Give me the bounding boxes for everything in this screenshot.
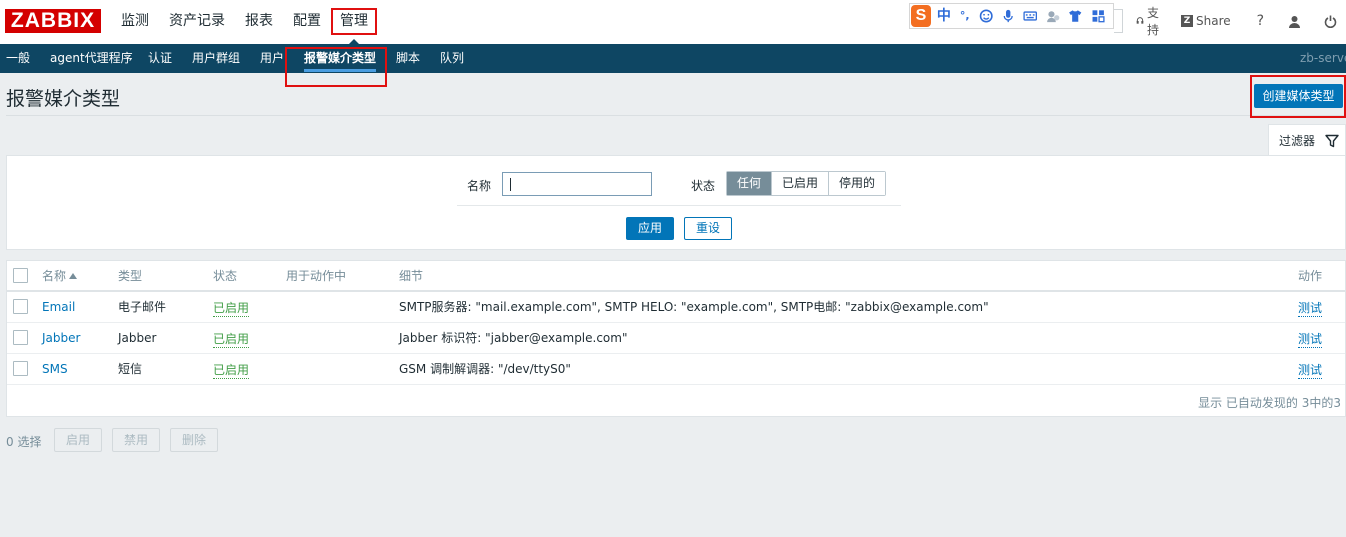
filter-status-label: 状态 (691, 179, 716, 193)
media-type-type: 短信 (118, 362, 143, 376)
status-toggle-link[interactable]: 已启用 (213, 363, 250, 379)
column-header-status: 状态 (213, 269, 238, 283)
top-header: ZABBIX 监测 资产记录 报表 配置 管理 支持 Z Share ? S 中… (0, 0, 1346, 45)
microphone-icon[interactable] (1001, 9, 1015, 23)
selected-count: 0 选择 (6, 435, 42, 449)
subnav-authentication[interactable]: 认证 (148, 44, 172, 73)
filter-status-segmented: 任何 已启用 停用的 (726, 171, 887, 196)
sogou-logo-icon[interactable]: S (911, 5, 931, 27)
sort-ascending-icon (69, 273, 78, 279)
status-toggle-link[interactable]: 已启用 (213, 301, 250, 317)
title-divider (6, 115, 1346, 116)
status-option-disabled[interactable]: 停用的 (828, 172, 886, 195)
reset-button[interactable]: 重设 (684, 217, 732, 240)
column-header-name-label: 名称 (42, 269, 67, 283)
menu-administration[interactable]: 管理 (331, 8, 377, 45)
column-header-type[interactable]: 类型 (118, 261, 142, 292)
media-type-name-link[interactable]: Email (42, 292, 75, 323)
filter-funnel-icon (1325, 134, 1339, 147)
test-link[interactable]: 测试 (1298, 301, 1323, 317)
filter-name-input[interactable] (502, 172, 652, 196)
server-name: zb-server (1300, 51, 1346, 65)
table-row: Email 电子邮件 已启用 SMTP服务器: "mail.example.co… (7, 292, 1345, 323)
column-header-used-in-actions: 用于动作中 (286, 269, 347, 283)
column-header-name[interactable]: 名称 (42, 261, 78, 292)
zabbix-share-icon: Z (1181, 15, 1194, 27)
media-type-details: SMTP服务器: "mail.example.com", SMTP HELO: … (399, 300, 989, 314)
help-link[interactable]: ? (1257, 13, 1264, 29)
test-link[interactable]: 测试 (1298, 332, 1323, 348)
skin-shirt-icon[interactable] (1068, 9, 1082, 23)
header-user-links: 支持 Z Share ? (1136, 6, 1346, 37)
menu-configuration[interactable]: 配置 (283, 8, 331, 35)
bulk-delete-button[interactable]: 删除 (170, 428, 218, 452)
headset-icon (1136, 17, 1144, 24)
emoji-icon[interactable] (979, 9, 993, 23)
table-row: SMS 短信 已启用 GSM 调制解调器: "/dev/ttyS0" 测试 (7, 354, 1345, 385)
highlight-box-media-types (285, 47, 387, 87)
column-header-action: 动作 (1298, 269, 1323, 283)
ime-punctuation-toggle[interactable]: °, (960, 5, 970, 27)
share-link[interactable]: Z Share (1181, 14, 1231, 28)
row-checkbox[interactable] (13, 330, 28, 345)
highlight-box-create-button (1250, 75, 1346, 118)
help-icon: ? (1256, 13, 1265, 29)
media-type-name-link[interactable]: Jabber (42, 323, 80, 354)
table-row: Jabber Jabber 已启用 Jabber 标识符: "jabber@ex… (7, 323, 1345, 354)
sign-out-link[interactable] (1324, 15, 1340, 28)
page-title: 报警媒介类型 (6, 88, 121, 110)
ime-toolbar[interactable]: S 中 °, (909, 3, 1114, 29)
toolbox-grid-icon[interactable] (1091, 9, 1105, 23)
row-checkbox[interactable] (13, 361, 28, 376)
main-menu: 监测 资产记录 报表 配置 管理 (111, 8, 377, 45)
apply-button[interactable]: 应用 (626, 217, 674, 240)
column-header-details: 细节 (399, 269, 424, 283)
power-icon (1324, 15, 1337, 28)
bulk-disable-button[interactable]: 禁用 (112, 428, 160, 452)
menu-inventory[interactable]: 资产记录 (159, 8, 235, 35)
row-checkbox[interactable] (13, 299, 28, 314)
subnav-users[interactable]: 用户 (260, 44, 284, 73)
media-type-type: 电子邮件 (118, 300, 167, 314)
table-footer-count: 显示 已自动发现的 3中的3 (1198, 396, 1341, 410)
media-types-table: 名称 类型 状态 用于动作中 细节 动作 Email 电子邮件 已启用 SMTP… (6, 260, 1346, 417)
select-all-checkbox[interactable] (13, 268, 28, 283)
filter-tab[interactable]: 过滤器 (1268, 124, 1346, 156)
user-icon (1289, 15, 1301, 28)
subnav-general[interactable]: 一般 (6, 44, 30, 73)
keyboard-icon[interactable] (1023, 9, 1038, 23)
status-option-any[interactable]: 任何 (727, 172, 772, 195)
table-header-row: 名称 类型 状态 用于动作中 细节 动作 (7, 261, 1345, 292)
subnav-scripts[interactable]: 脚本 (396, 44, 420, 73)
sub-navigation: 一般 agent代理程序 认证 用户群组 用户 报警媒介类型 脚本 队列 zb-… (0, 44, 1346, 73)
share-label: Share (1196, 14, 1231, 28)
search-input[interactable] (1114, 9, 1123, 33)
support-link[interactable]: 支持 (1136, 4, 1163, 38)
filter-panel: 名称 状态 任何 已启用 停用的 应用 重设 (6, 155, 1346, 250)
support-label: 支持 (1147, 6, 1160, 37)
test-link[interactable]: 测试 (1298, 363, 1323, 379)
bulk-enable-button[interactable]: 启用 (54, 428, 102, 452)
subnav-queue[interactable]: 队列 (440, 44, 464, 73)
media-type-details: GSM 调制解调器: "/dev/ttyS0" (399, 362, 571, 376)
user-profile-link[interactable] (1288, 15, 1304, 28)
subnav-proxies[interactable]: agent代理程序 (50, 44, 133, 73)
media-type-details: Jabber 标识符: "jabber@example.com" (399, 331, 628, 345)
status-toggle-link[interactable]: 已启用 (213, 332, 250, 348)
media-type-type: Jabber (118, 331, 157, 345)
status-option-enabled[interactable]: 已启用 (771, 172, 829, 195)
media-type-name-link[interactable]: SMS (42, 354, 68, 385)
zabbix-logo[interactable]: ZABBIX (5, 9, 101, 33)
subnav-user-groups[interactable]: 用户群组 (192, 44, 240, 73)
menu-reports[interactable]: 报表 (235, 8, 283, 35)
voice-assistant-icon[interactable] (1046, 9, 1060, 23)
menu-monitoring[interactable]: 监测 (111, 8, 159, 35)
ime-language-toggle[interactable]: 中 (937, 5, 951, 27)
filter-tab-label: 过滤器 (1279, 134, 1316, 148)
filter-divider (457, 205, 901, 206)
filter-name-label: 名称 (467, 179, 492, 193)
